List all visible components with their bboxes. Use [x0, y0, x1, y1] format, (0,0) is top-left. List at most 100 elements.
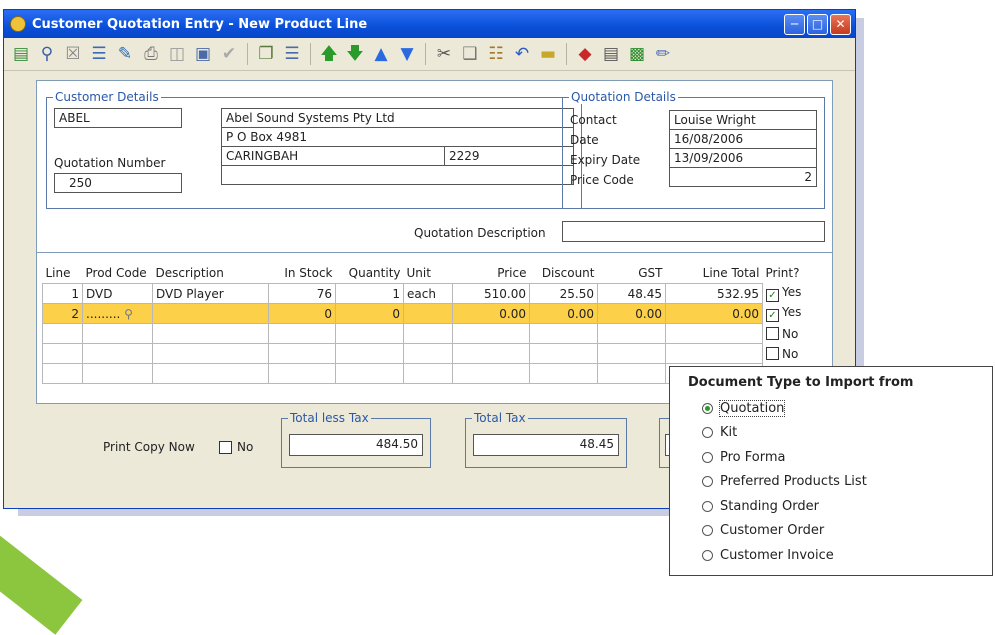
- cut-icon[interactable]: ✂: [433, 43, 455, 65]
- cell-discount[interactable]: [529, 343, 598, 364]
- print-checkbox[interactable]: ✓: [766, 309, 779, 322]
- card-icon[interactable]: ▬: [537, 43, 559, 65]
- arrow-down-icon[interactable]: 🡇: [344, 43, 366, 65]
- col-quantity[interactable]: Quantity: [336, 263, 404, 284]
- lines-icon[interactable]: ☰: [281, 43, 303, 65]
- address3-field[interactable]: [221, 165, 574, 185]
- notes-icon[interactable]: ✏: [652, 43, 674, 65]
- table-row[interactable]: No: [42, 323, 813, 344]
- address1-field[interactable]: P O Box 4981: [221, 127, 574, 147]
- cell-prod-code[interactable]: DVD: [82, 283, 153, 304]
- cell-discount[interactable]: 0.00: [529, 303, 598, 324]
- cell-print[interactable]: No: [763, 344, 813, 364]
- radio-icon[interactable]: [702, 427, 713, 439]
- expiry-date-field[interactable]: 13/09/2006: [669, 148, 817, 168]
- check-icon[interactable]: ✔: [218, 43, 240, 65]
- radio-icon[interactable]: [702, 500, 713, 512]
- accept-icon[interactable]: ▤: [10, 43, 32, 65]
- contact-field[interactable]: Louise Wright: [669, 110, 817, 130]
- print-checkbox[interactable]: [766, 346, 779, 360]
- cell-unit[interactable]: [403, 343, 453, 364]
- cell-discount[interactable]: [529, 323, 598, 344]
- option-preferred-products-list[interactable]: Preferred Products List: [688, 470, 974, 495]
- col-price[interactable]: Price: [453, 263, 530, 284]
- circle-down-icon[interactable]: ▼: [396, 43, 418, 65]
- cell-price[interactable]: 0.00: [452, 303, 530, 324]
- title-bar[interactable]: Customer Quotation Entry - New Product L…: [4, 10, 855, 38]
- table-row[interactable]: No: [42, 343, 813, 364]
- radio-selected-icon[interactable]: [702, 402, 713, 414]
- col-in-stock[interactable]: In Stock: [269, 263, 336, 284]
- print-checkbox[interactable]: ✓: [766, 289, 779, 302]
- radio-icon[interactable]: [702, 549, 713, 561]
- cell-quantity[interactable]: [335, 323, 404, 344]
- cell-price[interactable]: [452, 343, 530, 364]
- print-copy-checkbox[interactable]: [219, 441, 232, 454]
- cell-quantity[interactable]: 1: [335, 283, 404, 304]
- date-field[interactable]: 16/08/2006: [669, 129, 817, 149]
- arrow-up-icon[interactable]: 🡅: [318, 43, 340, 65]
- preview-icon[interactable]: ▣: [192, 43, 214, 65]
- search-icon[interactable]: ⚲: [36, 43, 58, 65]
- option-standing-order[interactable]: Standing Order: [688, 494, 974, 519]
- price-code-field[interactable]: 2: [669, 167, 817, 187]
- cell-unit[interactable]: [403, 303, 453, 324]
- undo-icon[interactable]: ↶: [511, 43, 533, 65]
- cell-description[interactable]: [152, 323, 269, 344]
- col-description[interactable]: Description: [153, 263, 269, 284]
- cell-print[interactable]: ✓ Yes: [762, 303, 813, 324]
- clear-icon[interactable]: ☒: [62, 43, 84, 65]
- diamond-icon[interactable]: ◆: [574, 43, 596, 65]
- cell-price[interactable]: 510.00: [452, 283, 530, 304]
- col-discount[interactable]: Discount: [530, 263, 598, 284]
- table-row[interactable]: 1 DVD DVD Player 76 1 each 510.00 25.50 …: [42, 283, 813, 304]
- sort-alpha-icon[interactable]: ▩: [626, 43, 648, 65]
- cell-description[interactable]: [152, 343, 269, 364]
- customer-name-field[interactable]: Abel Sound Systems Pty Ltd: [221, 108, 574, 128]
- table-row-selected[interactable]: 2 ......... ⚲ 0 0 0.00 0.00 0.00 0.00 ✓ Y…: [42, 303, 813, 324]
- cell-description[interactable]: [152, 303, 269, 324]
- minimize-button[interactable]: ─: [784, 13, 805, 35]
- cell-quantity[interactable]: [335, 343, 404, 364]
- cell-prod-code[interactable]: ......... ⚲: [82, 303, 153, 324]
- cell-print[interactable]: ✓ Yes: [763, 284, 813, 304]
- maximize-button[interactable]: □: [807, 13, 828, 35]
- paste-icon[interactable]: ❑: [459, 43, 481, 65]
- option-customer-invoice[interactable]: Customer Invoice: [688, 543, 974, 568]
- circle-up-icon[interactable]: ▲: [370, 43, 392, 65]
- radio-icon[interactable]: [702, 451, 713, 463]
- cell-unit[interactable]: [403, 323, 453, 344]
- cell-price[interactable]: [452, 323, 530, 344]
- col-line[interactable]: Line: [43, 263, 83, 284]
- radio-icon[interactable]: [702, 476, 713, 488]
- lookup-icon[interactable]: ⚲: [124, 307, 133, 321]
- edit-icon[interactable]: ✎: [114, 43, 136, 65]
- sort-icon[interactable]: ▤: [600, 43, 622, 65]
- option-pro-forma[interactable]: Pro Forma: [688, 445, 974, 470]
- col-gst[interactable]: GST: [598, 263, 666, 284]
- clipboard-icon[interactable]: ☷: [485, 43, 507, 65]
- quotation-description-field[interactable]: [562, 221, 825, 242]
- cell-quantity[interactable]: 0: [335, 303, 404, 324]
- radio-icon[interactable]: [702, 525, 713, 537]
- col-prod-code[interactable]: Prod Code: [83, 263, 153, 284]
- col-print[interactable]: Print?: [763, 263, 813, 284]
- customer-code-field[interactable]: ABEL: [54, 108, 182, 128]
- copy-icon[interactable]: ❐: [255, 43, 277, 65]
- save-icon[interactable]: ◫: [166, 43, 188, 65]
- cell-unit[interactable]: each: [403, 283, 453, 304]
- option-quotation[interactable]: Quotation: [688, 396, 974, 421]
- list-icon[interactable]: ☰: [88, 43, 110, 65]
- quotation-number-field[interactable]: 250: [54, 173, 182, 193]
- cell-prod-code[interactable]: [82, 323, 153, 344]
- print-icon[interactable]: ⎙: [140, 43, 162, 65]
- postcode-field[interactable]: 2229: [444, 146, 574, 166]
- cell-discount[interactable]: 25.50: [529, 283, 598, 304]
- cell-description[interactable]: DVD Player: [152, 283, 269, 304]
- option-customer-order[interactable]: Customer Order: [688, 519, 974, 544]
- col-line-total[interactable]: Line Total: [666, 263, 763, 284]
- prod-code-input[interactable]: .........: [86, 307, 120, 321]
- close-button[interactable]: ✕: [830, 13, 851, 35]
- col-unit[interactable]: Unit: [404, 263, 453, 284]
- suburb-field[interactable]: CARINGBAH: [221, 146, 445, 166]
